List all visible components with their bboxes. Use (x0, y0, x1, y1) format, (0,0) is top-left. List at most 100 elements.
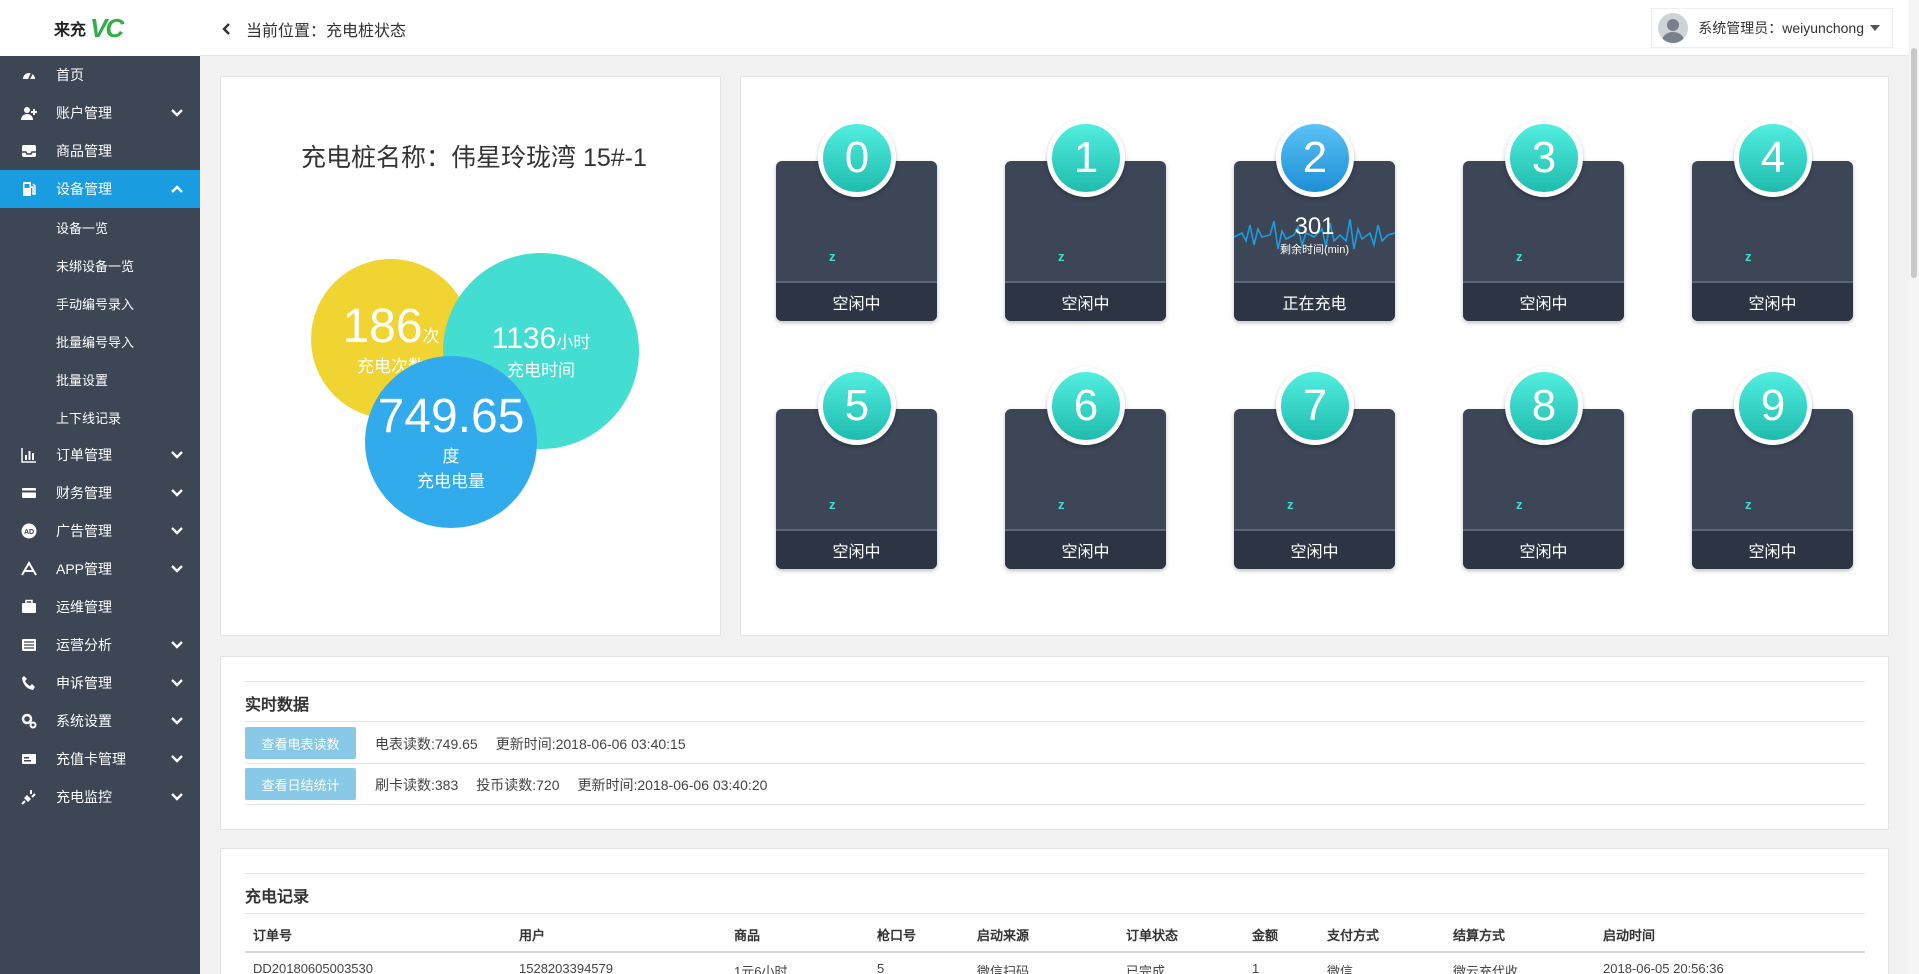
sidebar-item-label: 系统设置 (56, 713, 112, 729)
credit-card-icon (20, 484, 38, 502)
sidebar-item-label: 首页 (56, 67, 84, 83)
idle-icon: z (1058, 497, 1065, 512)
sidebar-item-label: 充电监控 (56, 789, 112, 805)
sidebar-item-label: 财务管理 (56, 485, 112, 501)
dashboard-icon (20, 66, 38, 84)
sidebar-item-label: 运维管理 (56, 599, 112, 615)
table-cell: 1528203394579 (519, 961, 613, 974)
chevron-left-icon[interactable] (220, 22, 234, 36)
brand-text: 来充 (54, 22, 87, 39)
table-cell: 1 (1252, 961, 1260, 974)
gears-icon (20, 712, 38, 730)
chevron-down-icon (171, 527, 183, 535)
chevron-down-icon (171, 717, 183, 725)
charge-energy-unit: 度 (442, 447, 460, 466)
charge-energy-bubble: 749.65 度 充电电量 (365, 356, 537, 528)
caret-down-icon (1870, 25, 1880, 31)
bar-chart-icon (20, 446, 38, 464)
brand-mark: VC (90, 12, 124, 43)
sidebar-item-app[interactable]: APP管理 (0, 550, 200, 588)
sidebar-item-home[interactable]: 首页 (0, 56, 200, 94)
divider (245, 913, 1865, 914)
brand-logo[interactable]: 来充 VC (0, 0, 200, 56)
fuel-icon (20, 180, 38, 198)
gun-status: 空闲中 (1692, 281, 1853, 321)
gun-number-8: 8 (1505, 367, 1583, 445)
table-header-cell: 商品 (734, 928, 761, 943)
table-cell: DD20180605003530 (253, 961, 373, 974)
sidebar-subitem-batch-settings[interactable]: 批量设置 (0, 360, 200, 398)
gun-status: 空闲中 (776, 529, 937, 569)
divider (245, 763, 1865, 764)
inbox-icon (20, 142, 38, 160)
realtime-panel: 实时数据 查看电表读数 电表读数:749.65 更新时间:2018-06-06 0… (220, 656, 1889, 830)
sidebar-item-ads[interactable]: AD 广告管理 (0, 512, 200, 550)
sidebar-menu: 首页 账户管理 商品管理 设备管理 设备一览 未绑设备一览 手动编号录入 批量编… (0, 56, 200, 816)
sidebar-item-finance[interactable]: 财务管理 (0, 474, 200, 512)
divider (245, 721, 1865, 722)
gun-number-6: 6 (1047, 367, 1125, 445)
sidebar-item-account[interactable]: 账户管理 (0, 94, 200, 132)
sidebar-item-device[interactable]: 设备管理 (0, 170, 200, 208)
table-cell: 1元6小时 (734, 964, 788, 974)
sidebar-subitem-device-list[interactable]: 设备一览 (0, 208, 200, 246)
ad-icon: AD (20, 522, 38, 540)
sidebar-subitem-batch-import[interactable]: 批量编号导入 (0, 322, 200, 360)
view-meter-button[interactable]: 查看电表读数 (245, 727, 356, 759)
sidebar-item-label: 申诉管理 (56, 675, 112, 691)
table-header-cell: 启动来源 (977, 928, 1030, 943)
card-reading: 刷卡读数:383 (375, 777, 459, 793)
gun-status: 空闲中 (1463, 281, 1624, 321)
sidebar-item-ops[interactable]: 运维管理 (0, 588, 200, 626)
charge-count-value: 186 (342, 299, 423, 353)
sidebar-item-analysis[interactable]: 运营分析 (0, 626, 200, 664)
table-header-cell: 订单号 (253, 928, 293, 943)
table-cell: 5 (877, 961, 885, 974)
charge-time-label: 充电时间 (507, 360, 575, 380)
idle-icon: z (829, 249, 836, 264)
idle-icon: z (1745, 249, 1752, 264)
gun-number-9: 9 (1734, 367, 1812, 445)
sidebar-item-appeal[interactable]: 申诉管理 (0, 664, 200, 702)
sidebar-item-orders[interactable]: 订单管理 (0, 436, 200, 474)
view-daily-button[interactable]: 查看日结统计 (245, 768, 356, 800)
sidebar-item-label: APP管理 (56, 561, 113, 577)
table-cell: 已完成 (1126, 964, 1166, 974)
gun-number-1: 1 (1047, 119, 1125, 197)
chevron-down-icon (171, 793, 183, 801)
records-title: 充电记录 (245, 889, 310, 906)
sidebar-item-settings[interactable]: 系统设置 (0, 702, 200, 740)
gun-grid-panel: z 空闲中 0 z 空闲中 1 301 剩余时间(min) 正在充电 2 z 空… (740, 76, 1889, 636)
sidebar-subitem-unbound-list[interactable]: 未绑设备一览 (0, 246, 200, 284)
gun-number-5: 5 (818, 367, 896, 445)
gun-status: 空闲中 (1463, 529, 1624, 569)
sidebar-item-recharge-card[interactable]: 充值卡管理 (0, 740, 200, 778)
plug-icon (20, 788, 38, 806)
sidebar-item-label: 广告管理 (56, 523, 112, 539)
sidebar-item-monitor[interactable]: 充电监控 (0, 778, 200, 816)
app-icon (20, 560, 38, 578)
divider (245, 804, 1865, 805)
remaining-time-value: 301 (1294, 213, 1335, 240)
sidebar-subitem-online-log[interactable]: 上下线记录 (0, 398, 200, 436)
table-header-cell: 订单状态 (1126, 928, 1179, 943)
page-scrollbar[interactable] (1909, 0, 1919, 974)
gun-number-0: 0 (818, 119, 896, 197)
gun-status: 空闲中 (1005, 529, 1166, 569)
sidebar-item-label: 订单管理 (56, 447, 112, 463)
gun-status: 空闲中 (1005, 281, 1166, 321)
sidebar-item-label: 账户管理 (56, 105, 112, 121)
table-header-cell: 启动时间 (1603, 928, 1656, 943)
charge-time-value: 1136 (491, 321, 557, 355)
list-icon (20, 636, 38, 654)
charge-energy-value: 749.65 (377, 390, 525, 443)
breadcrumb-label: 当前位置：充电桩状态 (246, 23, 407, 40)
sidebar-item-goods[interactable]: 商品管理 (0, 132, 200, 170)
sidebar-subitem-manual-entry[interactable]: 手动编号录入 (0, 284, 200, 322)
briefcase-icon (20, 598, 38, 616)
gun-number-2: 2 (1276, 119, 1354, 197)
chevron-down-icon (171, 641, 183, 649)
pile-title: 充电桩名称：伟星玲珑湾 15#-1 (301, 144, 647, 172)
scrollbar-thumb[interactable] (1911, 48, 1917, 278)
user-menu[interactable]: 系统管理员：weiyunchong (1651, 8, 1893, 48)
